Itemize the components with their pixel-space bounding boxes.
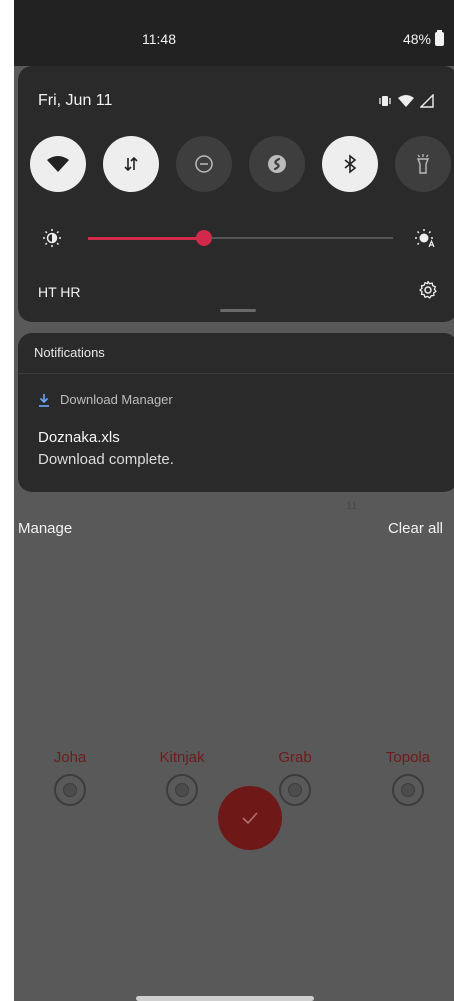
radio-button[interactable]: [392, 774, 424, 806]
notification-divider: [18, 373, 454, 374]
notifications-header: Notifications: [34, 345, 105, 360]
choice-label: Grab: [278, 749, 312, 766]
radio-button[interactable]: [279, 774, 311, 806]
radio-dot: [63, 783, 77, 797]
choice-joha[interactable]: Joha: [30, 749, 110, 806]
date-label: Fri, Jun 11: [38, 92, 113, 109]
radio-dot: [288, 783, 302, 797]
notification-app-row: Download Manager: [38, 392, 173, 407]
status-bar: 11:48 48%: [14, 0, 454, 66]
brightness-slider-fill: [88, 237, 204, 240]
panel-drag-handle[interactable]: [220, 309, 256, 312]
quick-settings-panel: Fri, Jun 11 HT HR: [18, 66, 454, 322]
notification-app-name: Download Manager: [60, 392, 173, 407]
battery-icon: [435, 30, 444, 46]
manage-button[interactable]: Manage: [18, 520, 72, 537]
brightness-slider-thumb[interactable]: [196, 230, 212, 246]
choice-kitnjak[interactable]: Kitnjak: [142, 749, 222, 806]
confirm-fab-button[interactable]: [218, 786, 282, 850]
choice-label: Joha: [53, 749, 87, 766]
data-arrows-icon: [124, 156, 138, 172]
cell-signal-icon: [420, 94, 434, 108]
auto-brightness-icon[interactable]: [414, 228, 436, 248]
choice-label: Topola: [385, 749, 431, 766]
notification-card[interactable]: Notifications Download Manager Doznaka.x…: [18, 333, 454, 492]
battery-indicator: 48%: [402, 30, 444, 47]
choice-topola[interactable]: Topola: [368, 749, 448, 806]
gesture-nav-bar[interactable]: [136, 996, 314, 1001]
brightness-slider[interactable]: [88, 230, 393, 246]
vibrate-icon: [379, 96, 391, 106]
screen: 11:48 48% Fri, Jun 11 HT HR Notification…: [14, 0, 454, 1001]
dnd-icon: [195, 155, 213, 173]
wifi-icon: [47, 156, 69, 172]
bluetooth-tile[interactable]: [322, 136, 378, 192]
notification-text: Download complete.: [38, 451, 174, 468]
radio-dot: [401, 783, 415, 797]
carrier-label: HT HR: [38, 284, 81, 300]
status-icons: [378, 94, 434, 108]
wifi-signal-icon: [398, 95, 414, 107]
check-icon: [242, 812, 258, 825]
download-icon: [39, 393, 49, 407]
radio-dot: [175, 783, 189, 797]
shazam-icon: [268, 155, 286, 173]
brightness-low-icon: [43, 229, 61, 247]
radio-button[interactable]: [54, 774, 86, 806]
wifi-tile[interactable]: [30, 136, 86, 192]
background-number: 11: [346, 500, 358, 512]
brightness-row: [18, 226, 454, 250]
notification-title: Doznaka.xls: [38, 429, 120, 446]
shazam-tile[interactable]: [249, 136, 305, 192]
flashlight-tile[interactable]: [395, 136, 451, 192]
mobile-data-tile[interactable]: [103, 136, 159, 192]
settings-gear-icon[interactable]: [418, 280, 438, 300]
flashlight-icon: [416, 154, 430, 174]
bluetooth-icon: [344, 154, 357, 174]
status-time: 11:48: [142, 31, 176, 47]
choice-label: Kitnjak: [159, 749, 205, 766]
do-not-disturb-tile[interactable]: [176, 136, 232, 192]
clear-all-button[interactable]: Clear all: [388, 520, 443, 537]
radio-button[interactable]: [166, 774, 198, 806]
battery-percent: 48%: [402, 31, 431, 47]
